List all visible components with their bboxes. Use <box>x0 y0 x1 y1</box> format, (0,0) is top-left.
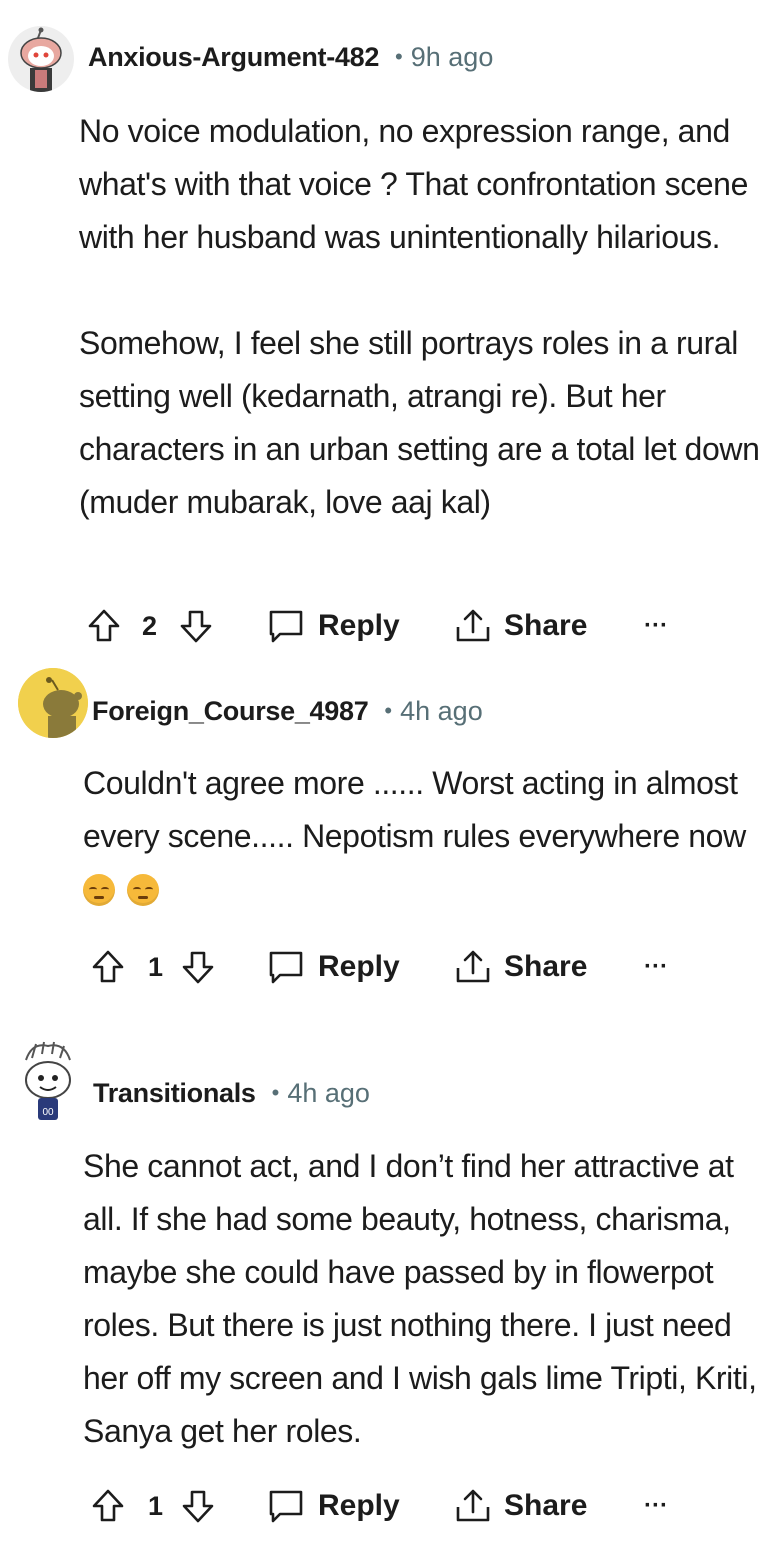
comment-paragraph: No voice modulation, no expression range… <box>79 113 748 255</box>
more-options-button[interactable]: ··· <box>644 601 668 651</box>
timestamp: 4h ago <box>287 1077 370 1108</box>
upvote-icon <box>92 1489 124 1522</box>
reply-button[interactable]: Reply <box>266 1481 400 1531</box>
share-label: Share <box>504 609 588 642</box>
downvote-button[interactable] <box>180 942 216 992</box>
share-icon <box>456 1489 490 1522</box>
comment-body: She cannot act, and I don’t find her att… <box>83 1140 768 1458</box>
comment-body: No voice modulation, no expression range… <box>79 105 765 529</box>
comment-actions: 1 Reply Share ··· <box>0 1481 768 1531</box>
comment-actions: 2 Reply Share ··· <box>0 601 768 651</box>
comment-actions: 1 Reply Share ··· <box>0 942 768 992</box>
avatar[interactable]: 00 <box>12 1040 84 1124</box>
upvote-icon <box>92 950 124 983</box>
separator-dot: • <box>384 698 393 723</box>
share-label: Share <box>504 950 588 983</box>
reply-button[interactable]: Reply <box>266 601 400 651</box>
username[interactable]: Anxious-Argument-482 <box>88 42 379 73</box>
share-button[interactable]: Share <box>454 1481 587 1531</box>
more-icon: ··· <box>644 1492 668 1519</box>
comment-paragraph: Somehow, I feel she still portrays roles… <box>79 325 760 520</box>
more-options-button[interactable]: ··· <box>644 942 668 992</box>
vote-count: 2 <box>142 610 158 641</box>
reply-label: Reply <box>318 609 400 642</box>
downvote-icon <box>182 1490 214 1523</box>
downvote-icon <box>180 610 212 643</box>
comment-bubble-icon <box>269 610 303 643</box>
upvote-button[interactable] <box>90 942 126 992</box>
downvote-button[interactable] <box>180 1481 216 1531</box>
reply-button[interactable]: Reply <box>266 942 400 992</box>
user-avatar-icon: 00 <box>25 1041 71 1120</box>
share-icon <box>456 609 490 642</box>
downvote-icon <box>182 951 214 984</box>
emoji-row <box>83 863 768 916</box>
pensive-face-emoji <box>127 873 159 906</box>
user-avatar-icon <box>8 26 74 92</box>
comment-paragraph: She cannot act, and I don’t find her att… <box>83 1148 757 1449</box>
comment-bubble-icon <box>269 951 303 984</box>
comment-body: Couldn't agree more ...... Worst acting … <box>83 757 768 916</box>
separator-dot: • <box>271 1080 280 1105</box>
upvote-button[interactable] <box>86 601 122 651</box>
avatar[interactable] <box>18 668 88 738</box>
downvote-button[interactable] <box>178 601 214 651</box>
username[interactable]: Transitionals <box>93 1078 256 1109</box>
more-options-button[interactable]: ··· <box>644 1481 668 1531</box>
comment-meta: Transitionals • 4h ago <box>93 1074 370 1112</box>
upvote-button[interactable] <box>90 1481 126 1531</box>
pensive-face-emoji <box>83 873 115 906</box>
separator-dot: • <box>395 44 403 69</box>
avatar[interactable] <box>8 26 74 92</box>
reply-label: Reply <box>318 1489 400 1522</box>
more-icon: ··· <box>644 953 668 980</box>
comment-meta: Foreign_Course_4987 • 4h ago <box>92 692 483 730</box>
upvote-icon <box>88 609 120 642</box>
username[interactable]: Foreign_Course_4987 <box>92 696 369 727</box>
comment-meta: Anxious-Argument-482 • 9h ago <box>88 38 493 76</box>
user-avatar-icon <box>18 668 88 738</box>
more-icon: ··· <box>644 612 668 639</box>
vote-count: 1 <box>148 951 164 982</box>
comment-bubble-icon <box>269 1490 303 1523</box>
share-button[interactable]: Share <box>454 601 587 651</box>
svg-text:00: 00 <box>42 1107 54 1118</box>
share-button[interactable]: Share <box>454 942 587 992</box>
reply-label: Reply <box>318 950 400 983</box>
comment-paragraph: Couldn't agree more ...... Worst acting … <box>83 765 746 854</box>
timestamp: 9h ago <box>410 41 494 72</box>
share-label: Share <box>504 1489 588 1522</box>
share-icon <box>456 950 490 983</box>
vote-count: 1 <box>148 1490 164 1521</box>
timestamp: 4h ago <box>400 695 483 726</box>
